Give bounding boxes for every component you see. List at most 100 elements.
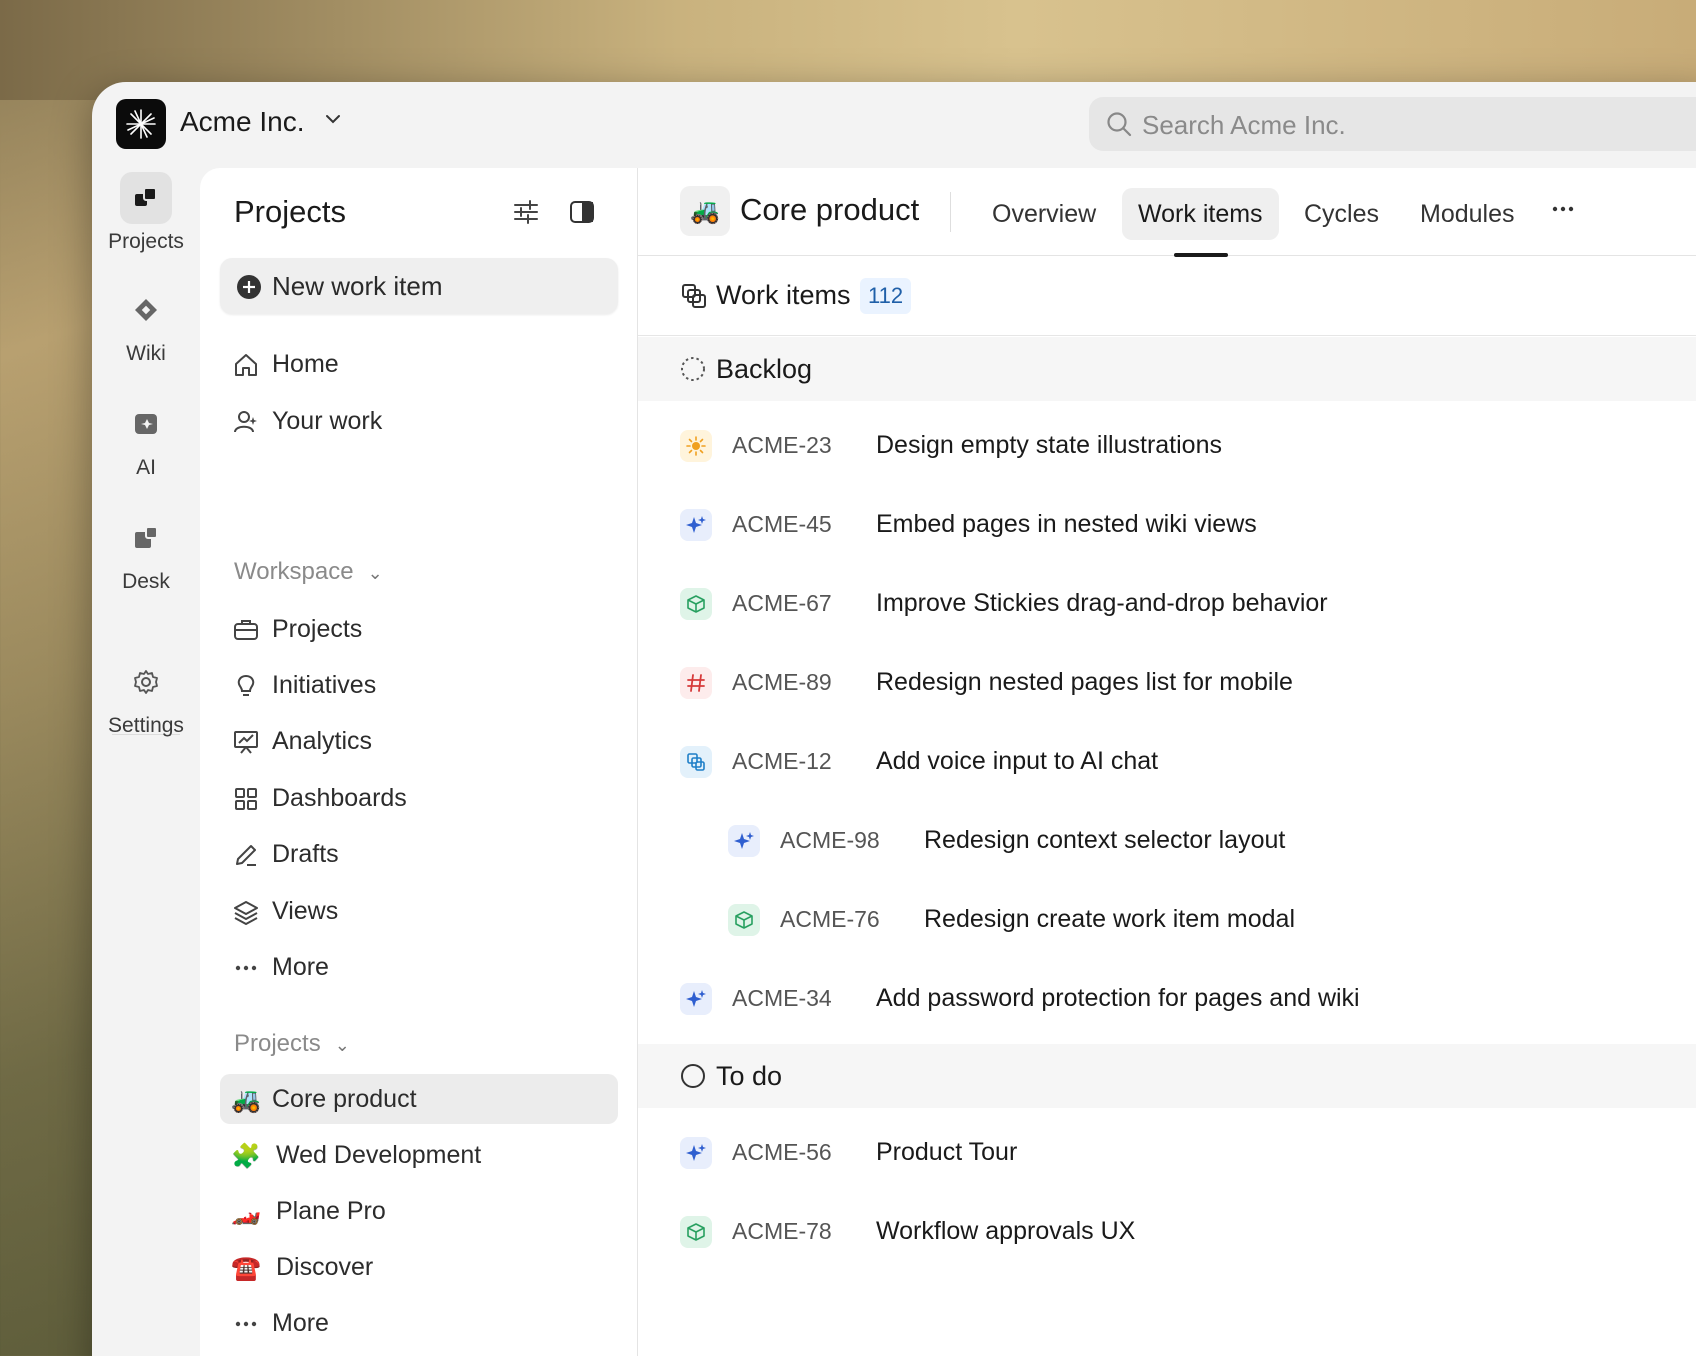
work-item-row[interactable]: ACME-56 Product Tour bbox=[638, 1115, 1696, 1194]
rail-label: AI bbox=[136, 456, 156, 479]
sidebar-item-label: More bbox=[272, 953, 329, 981]
gear-icon bbox=[120, 656, 172, 708]
sidebar-item-your-work[interactable]: Your work bbox=[220, 396, 618, 446]
app-window: Acme Inc. Search Acme Inc. Projects Wiki bbox=[92, 82, 1696, 1356]
sidebar-project-discover[interactable]: ☎️ Discover bbox=[220, 1242, 618, 1292]
sidebar-project-wed-development[interactable]: 🧩 Wed Development bbox=[220, 1130, 618, 1180]
sidebar-toggle-icon[interactable] bbox=[568, 198, 596, 231]
ellipsis-icon bbox=[232, 1310, 260, 1338]
group-title: Backlog bbox=[716, 354, 813, 384]
more-tabs-icon[interactable] bbox=[1550, 196, 1576, 229]
rail-label: Projects bbox=[108, 230, 184, 253]
work-item-title: Workflow approvals UX bbox=[876, 1217, 1136, 1245]
workspace-logo-icon[interactable] bbox=[116, 99, 166, 149]
work-items-title: Work items bbox=[716, 280, 851, 310]
telephone-icon: ☎️ bbox=[231, 1254, 261, 1282]
backlog-dashed-circle-icon bbox=[680, 356, 706, 387]
sidebar-item-label: Views bbox=[272, 897, 339, 925]
work-item-id: ACME-67 bbox=[732, 590, 832, 616]
todo-circle-icon bbox=[680, 1063, 706, 1094]
sidebar-item-views[interactable]: Views bbox=[220, 886, 618, 936]
search-icon bbox=[1105, 110, 1133, 143]
tab-cycles[interactable]: Cycles bbox=[1288, 188, 1395, 240]
work-item-row[interactable]: ACME-76 Redesign create work item modal bbox=[638, 882, 1696, 961]
app-rail: Projects Wiki AI Desk Settings bbox=[92, 168, 200, 1356]
cube-icon bbox=[680, 1216, 712, 1248]
work-item-row[interactable]: ACME-34 Add password protection for pages… bbox=[638, 961, 1696, 1040]
workspace-name[interactable]: Acme Inc. bbox=[180, 106, 304, 138]
main-content: 🚜 Core product Overview Work items Cycle… bbox=[638, 168, 1696, 1356]
projects-section-header[interactable]: Projects ⌄ bbox=[234, 1030, 350, 1058]
work-item-row[interactable]: ACME-78 Workflow approvals UX bbox=[638, 1194, 1696, 1273]
work-item-id: ACME-23 bbox=[732, 432, 832, 458]
title-bar: Acme Inc. Search Acme Inc. bbox=[92, 82, 1696, 168]
sidebar-item-label: Your work bbox=[272, 407, 383, 435]
rail-item-wiki[interactable]: Wiki bbox=[92, 284, 200, 366]
sidebar: Projects New work item Home Your work Wo… bbox=[200, 168, 638, 1356]
new-work-item-button[interactable]: New work item bbox=[220, 258, 618, 314]
sidebar-item-drafts[interactable]: Drafts bbox=[220, 829, 618, 879]
work-item-row[interactable]: ACME-12 Add voice input to AI chat bbox=[638, 724, 1696, 803]
ai-icon bbox=[120, 398, 172, 450]
section-title: Workspace bbox=[234, 558, 354, 585]
rail-item-ai[interactable]: AI bbox=[92, 398, 200, 480]
briefcase-icon bbox=[232, 616, 260, 644]
sidebar-item-initiatives[interactable]: Initiatives bbox=[220, 660, 618, 710]
workspace-section-header[interactable]: Workspace ⌄ bbox=[234, 558, 383, 586]
chevron-down-icon: ⌄ bbox=[367, 563, 383, 583]
project-label: Wed Development bbox=[276, 1141, 482, 1169]
tab-overview[interactable]: Overview bbox=[976, 188, 1112, 240]
work-items-icon bbox=[680, 282, 708, 315]
rail-item-desk[interactable]: Desk bbox=[92, 512, 200, 594]
desk-icon bbox=[120, 512, 172, 564]
rail-item-projects[interactable]: Projects bbox=[92, 172, 200, 254]
work-item-id: ACME-45 bbox=[732, 511, 832, 537]
sparkle-icon bbox=[680, 509, 712, 541]
layers-icon bbox=[232, 898, 260, 926]
copy-blocks-icon bbox=[680, 746, 712, 778]
work-item-row[interactable]: ACME-67 Improve Stickies drag-and-drop be… bbox=[638, 566, 1696, 645]
sidebar-item-projects[interactable]: Projects bbox=[220, 604, 618, 654]
search-input[interactable]: Search Acme Inc. bbox=[1089, 97, 1696, 151]
project-emoji-badge[interactable]: 🚜 bbox=[680, 186, 730, 236]
work-item-title: Redesign create work item modal bbox=[924, 905, 1295, 933]
sidebar-item-label: Drafts bbox=[272, 840, 339, 868]
rail-item-settings[interactable]: Settings bbox=[92, 656, 200, 738]
sidebar-item-label: Dashboards bbox=[272, 784, 407, 812]
work-item-row[interactable]: ACME-45 Embed pages in nested wiki views bbox=[638, 487, 1696, 566]
sparkle-icon bbox=[680, 1137, 712, 1169]
sparkle-icon bbox=[728, 825, 760, 857]
sidebar-item-home[interactable]: Home bbox=[220, 339, 618, 389]
group-header-to-do[interactable]: To do bbox=[638, 1044, 1696, 1108]
work-item-title: Product Tour bbox=[876, 1138, 1018, 1166]
puzzle-icon: 🧩 bbox=[231, 1142, 261, 1170]
work-item-row[interactable]: ACME-98 Redesign context selector layout bbox=[638, 803, 1696, 882]
sidebar-item-more[interactable]: More bbox=[220, 942, 618, 992]
sidebar-item-analytics[interactable]: Analytics bbox=[220, 716, 618, 766]
work-item-id: ACME-56 bbox=[732, 1139, 832, 1165]
sidebar-project-plane-pro[interactable]: 🏎️ Plane Pro bbox=[220, 1186, 618, 1236]
work-item-row[interactable]: ACME-89 Redesign nested pages list for mo… bbox=[638, 645, 1696, 724]
work-item-id: ACME-12 bbox=[732, 748, 832, 774]
chevron-down-icon[interactable] bbox=[324, 108, 342, 134]
sidebar-title: Projects bbox=[234, 194, 346, 229]
work-item-title: Improve Stickies drag-and-drop behavior bbox=[876, 589, 1328, 617]
work-item-id: ACME-34 bbox=[732, 985, 832, 1011]
tab-work-items[interactable]: Work items bbox=[1122, 188, 1279, 240]
group-header-backlog[interactable]: Backlog bbox=[638, 337, 1696, 401]
chevron-down-icon: ⌄ bbox=[334, 1035, 350, 1055]
user-icon bbox=[232, 408, 260, 436]
work-item-title: Add voice input to AI chat bbox=[876, 747, 1159, 775]
section-title: Projects bbox=[234, 1030, 321, 1057]
filter-sliders-icon[interactable] bbox=[512, 198, 540, 231]
sidebar-item-dashboards[interactable]: Dashboards bbox=[220, 773, 618, 823]
work-item-title: Add password protection for pages and wi… bbox=[876, 984, 1360, 1012]
sidebar-project-more[interactable]: More bbox=[220, 1298, 618, 1348]
new-work-item-label: New work item bbox=[272, 271, 443, 301]
sidebar-item-label: Projects bbox=[272, 615, 363, 643]
project-label: Core product bbox=[272, 1085, 417, 1113]
sidebar-project-core-product[interactable]: 🚜 Core product bbox=[220, 1074, 618, 1124]
tab-modules[interactable]: Modules bbox=[1404, 188, 1531, 240]
work-item-row[interactable]: ACME-23 Design empty state illustrations bbox=[638, 408, 1696, 487]
project-title[interactable]: Core product bbox=[740, 192, 919, 228]
